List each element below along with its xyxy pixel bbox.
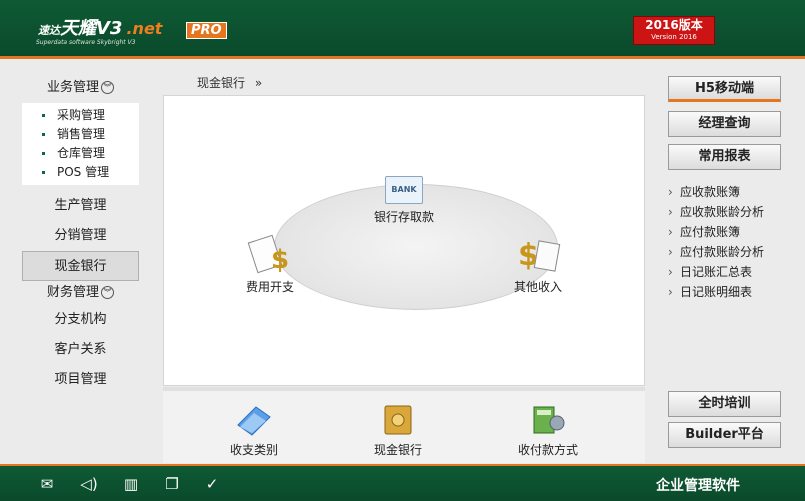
report-item[interactable]: › 应付款账龄分析 (668, 242, 764, 262)
version-sub: Version 2016 (651, 33, 697, 41)
training-button[interactable]: 全时培训 (668, 391, 781, 417)
report-label: 应付款账簿 (680, 225, 741, 239)
sidebar-item-label: 销售管理 (57, 127, 106, 141)
footer-title: 企业管理软件 (656, 478, 740, 494)
sidebar-group-finance[interactable]: 财务管理 ︾ (22, 281, 139, 305)
builder-button[interactable]: Builder平台 (668, 422, 781, 448)
bullet-icon (42, 133, 45, 136)
chevron-right-icon: › (668, 225, 673, 239)
sidebar-item-pos[interactable]: POS 管理 (42, 163, 139, 182)
sidebar-item-label: 仓库管理 (57, 146, 106, 160)
version-main: 2016版本 (645, 18, 703, 32)
book-icon (234, 403, 274, 437)
sidebar: 业务管理 ︾ 采购管理 销售管理 仓库管理 POS 管理 生产管理 分销管理 现金… (22, 76, 139, 395)
bank-deposit-withdraw[interactable]: BANK 银行存取款 (374, 176, 434, 225)
expense-label: 费用开支 (246, 280, 295, 294)
bottom-item-label: 收付款方式 (517, 443, 578, 457)
logo-net-text: .net (126, 19, 163, 38)
pro-badge: PRO (186, 22, 227, 39)
common-reports-button[interactable]: 常用报表 (668, 144, 781, 170)
income-expense-category[interactable]: 收支类别 (209, 403, 299, 458)
report-label: 应收款账簿 (680, 185, 741, 199)
expense[interactable]: $ 费用开支 (246, 234, 295, 295)
income-label: 其他收入 (514, 280, 563, 294)
manager-query-button[interactable]: 经理查询 (668, 111, 781, 137)
sidebar-item-warehouse[interactable]: 仓库管理 (42, 144, 139, 163)
book-open-icon[interactable]: ▥ (121, 475, 141, 493)
copy-icon[interactable]: ❐ (162, 475, 182, 493)
collapse-icon[interactable]: ︾ (101, 81, 114, 94)
safe-icon (378, 403, 418, 437)
sidebar-item-label: POS 管理 (57, 165, 110, 179)
chevron-right-icon: › (668, 245, 673, 259)
chevron-right-icon: › (668, 265, 673, 279)
speaker-icon[interactable]: ◁) (79, 475, 99, 493)
expand-icon[interactable]: ︾ (101, 286, 114, 299)
sidebar-item-label: 采购管理 (57, 108, 106, 122)
sidebar-item-projects[interactable]: 项目管理 (22, 365, 139, 395)
bank-badge-text: BANK (391, 185, 417, 194)
flow-panel: BANK 银行存取款 $ 费用开支 $ 其他收入 (163, 95, 645, 386)
logo-cn-text: 速达 (38, 24, 60, 37)
sidebar-item-purchase[interactable]: 采购管理 (42, 106, 139, 125)
report-item[interactable]: › 日记账汇总表 (668, 262, 764, 282)
bank-icon: BANK (385, 176, 423, 204)
other-income[interactable]: $ 其他收入 (514, 236, 562, 295)
check-circle-icon[interactable]: ✓ (202, 475, 222, 493)
report-label: 日记账汇总表 (680, 265, 753, 279)
app-header: 速达天耀V3 .net PRO Superdata software Skybri… (0, 0, 805, 59)
cash-bank-setting[interactable]: 现金银行 (353, 403, 443, 458)
bottom-item-label: 现金银行 (373, 443, 422, 457)
logo-main-text: 天耀V3 (60, 18, 123, 39)
product-logo: 速达天耀V3 .net (38, 14, 162, 40)
chevron-right-icon: › (668, 205, 673, 219)
h5-mobile-button[interactable]: H5移动端 (668, 76, 781, 102)
version-badge: 2016版本 Version 2016 (633, 16, 715, 45)
mail-icon[interactable]: ✉ (37, 475, 57, 493)
logo-subtitle: Superdata software Skybright V3 (36, 39, 136, 46)
payment-method[interactable]: 收付款方式 (503, 403, 593, 458)
bank-label: 银行存取款 (374, 210, 435, 224)
business-sublist: 采购管理 销售管理 仓库管理 POS 管理 (22, 103, 139, 185)
bottom-panel: 收支类别 现金银行 收付款方式 (163, 387, 645, 463)
report-label: 应收款账龄分析 (680, 205, 765, 219)
chevron-right-icon: › (668, 285, 673, 299)
report-item[interactable]: › 应收款账龄分析 (668, 202, 764, 222)
sidebar-item-branches[interactable]: 分支机构 (22, 305, 139, 335)
breadcrumb-arrow-icon: » (254, 76, 263, 90)
report-item[interactable]: › 应收款账簿 (668, 182, 764, 202)
bullet-icon (42, 152, 45, 155)
sidebar-item-distribution[interactable]: 分销管理 (22, 221, 139, 251)
breadcrumb-label[interactable]: 现金银行 (197, 76, 245, 90)
sidebar-item-production[interactable]: 生产管理 (22, 191, 139, 221)
breadcrumb: 现金银行 » (197, 74, 262, 91)
income-icon: $ (514, 236, 562, 276)
sidebar-group-business[interactable]: 业务管理 ︾ (22, 76, 139, 100)
report-label: 应付款账龄分析 (680, 245, 765, 259)
expense-icon: $ (246, 234, 294, 276)
report-label: 日记账明细表 (680, 285, 753, 299)
chevron-right-icon: › (668, 185, 673, 199)
report-list: › 应收款账簿 › 应收款账龄分析 › 应付款账簿 › 应付款账龄分析 › 日记账汇总表 … (668, 182, 764, 302)
report-item[interactable]: › 应付款账簿 (668, 222, 764, 242)
sidebar-group-label: 财务管理 (46, 285, 99, 300)
calculator-icon (528, 403, 568, 437)
sidebar-item-crm[interactable]: 客户关系 (22, 335, 139, 365)
sidebar-item-sales[interactable]: 销售管理 (42, 125, 139, 144)
report-item[interactable]: › 日记账明细表 (668, 282, 764, 302)
sidebar-group-label: 业务管理 (46, 80, 99, 95)
sidebar-item-cash-bank[interactable]: 现金银行 (22, 251, 139, 281)
bullet-icon (42, 114, 45, 117)
app-footer: ✉ ◁) ▥ ❐ ✓ 企业管理软件 (0, 464, 805, 501)
bottom-item-label: 收支类别 (229, 443, 278, 457)
bullet-icon (42, 171, 45, 174)
